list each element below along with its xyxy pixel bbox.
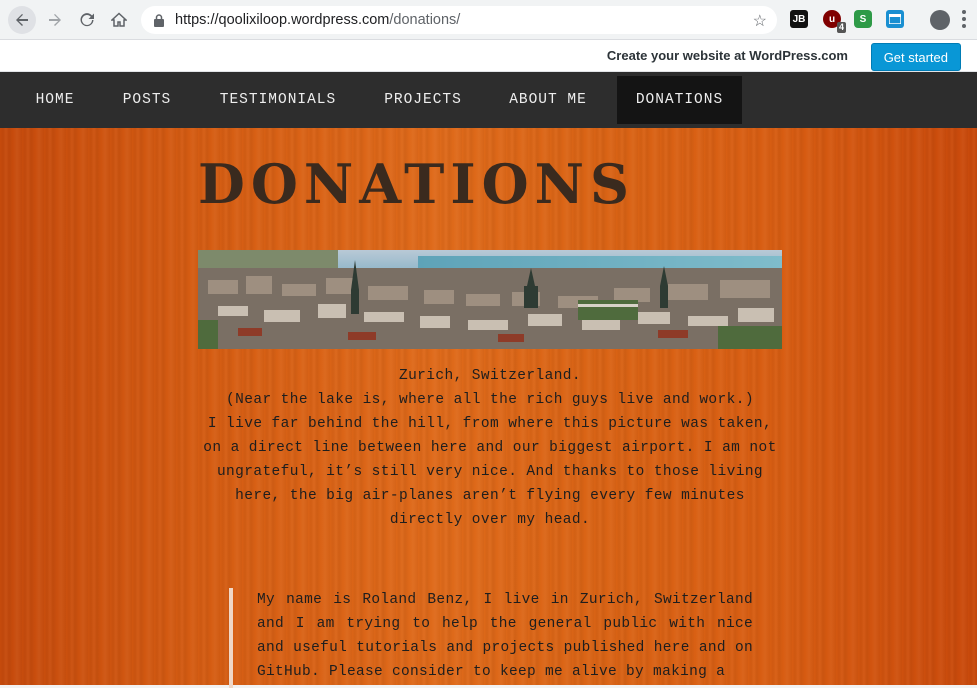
page-title: DONATIONS bbox=[198, 152, 636, 216]
reload-icon bbox=[80, 13, 94, 27]
nav-item-about-me[interactable]: ABOUT ME bbox=[490, 76, 606, 124]
url-path: /donations/ bbox=[389, 12, 461, 28]
arrow-right-icon bbox=[49, 14, 61, 26]
ublock-extension-icon[interactable]: u4 bbox=[823, 10, 846, 33]
nav-item-home[interactable]: HOME bbox=[16, 76, 94, 124]
nav-item-projects[interactable]: PROJECTS bbox=[366, 76, 480, 124]
browser-menu-icon[interactable] bbox=[962, 10, 966, 28]
bookmark-star-icon[interactable]: ☆ bbox=[753, 11, 767, 31]
url-text: https://qoolixiloop.wordpress.com/donati… bbox=[175, 12, 460, 28]
zurich-banner-image bbox=[198, 250, 782, 349]
home-button[interactable] bbox=[105, 6, 133, 34]
banner-caption-city: Zurich, Switzerland. bbox=[398, 368, 582, 384]
nav-item-posts[interactable]: POSTS bbox=[104, 76, 190, 124]
description-paragraph: I live far behind the hill, from where t… bbox=[203, 416, 777, 528]
create-website-text[interactable]: Create your website at WordPress.com bbox=[607, 48, 848, 63]
window-extension-icon[interactable] bbox=[886, 10, 904, 28]
wordpress-promo-bar: Create your website at WordPress.com Get… bbox=[0, 40, 977, 72]
browser-toolbar: https://qoolixiloop.wordpress.com/donati… bbox=[0, 0, 977, 40]
url-host: https://qoolixiloop.wordpress.com bbox=[175, 12, 390, 28]
banner-caption-lake: (Near the lake is, where all the rich gu… bbox=[226, 392, 754, 408]
reload-button[interactable] bbox=[73, 6, 101, 34]
nav-item-testimonials[interactable]: TESTIMONIALS bbox=[201, 76, 355, 124]
arrow-left-icon bbox=[16, 14, 28, 26]
forward-button[interactable] bbox=[41, 6, 69, 34]
back-button[interactable] bbox=[8, 6, 36, 34]
intro-blockquote: My name is Roland Benz, I live in Zurich… bbox=[229, 588, 753, 688]
get-started-button[interactable]: Get started bbox=[870, 43, 961, 71]
s-label: S bbox=[859, 13, 867, 25]
ublock-badge: 4 bbox=[836, 22, 846, 33]
jetbrains-extension-icon[interactable]: JB bbox=[790, 10, 808, 28]
profile-avatar-icon[interactable] bbox=[930, 10, 950, 30]
home-icon bbox=[111, 12, 127, 27]
jb-label: JB bbox=[792, 13, 806, 25]
nav-item-donations[interactable]: DONATIONS bbox=[617, 76, 742, 124]
lock-icon bbox=[153, 13, 165, 27]
site-navigation: HOME POSTS TESTIMONIALS PROJECTS ABOUT M… bbox=[0, 72, 977, 128]
s-extension-icon[interactable]: S bbox=[854, 10, 872, 28]
address-bar[interactable]: https://qoolixiloop.wordpress.com/donati… bbox=[141, 6, 777, 34]
